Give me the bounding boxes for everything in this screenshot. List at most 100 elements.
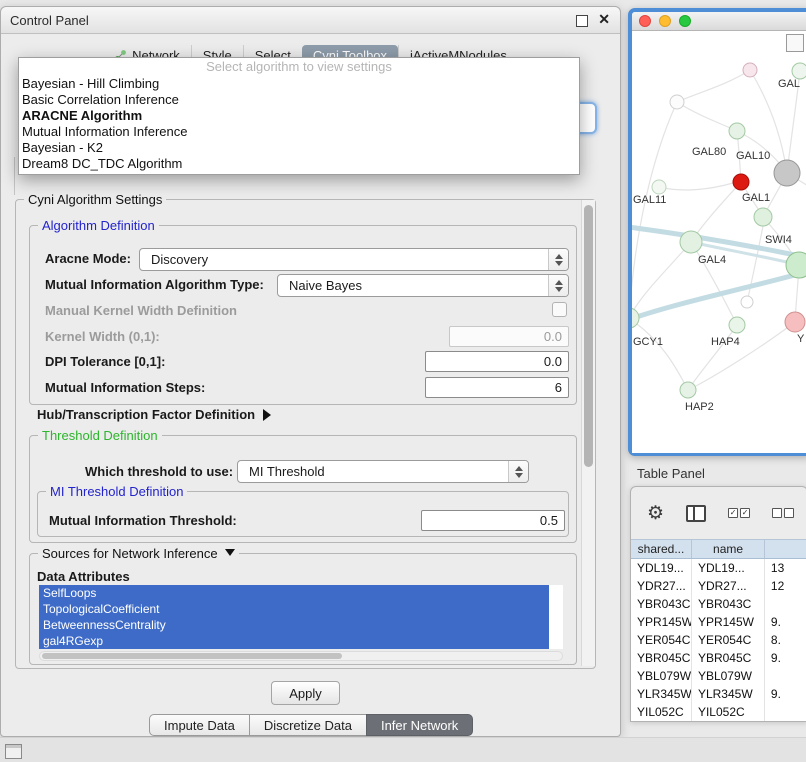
network-edge [632,318,688,390]
network-node-label: GAL4 [698,254,726,266]
tab-impute-data[interactable]: Impute Data [149,714,250,736]
close-icon[interactable]: ✕ [598,11,610,28]
table-row[interactable]: YBL079WYBL079W [631,667,806,685]
tab-discretize-data[interactable]: Discretize Data [249,714,367,736]
aracne-mode-label: Aracne Mode: [45,251,131,266]
table-cell: YIL052C [631,703,692,721]
algorithm-option[interactable]: Mutual Information Inference [19,124,579,140]
table-row[interactable]: YPR145WYPR145W9. [631,613,806,631]
close-traffic-light[interactable] [639,15,651,27]
attribute-list-item[interactable]: BetweennessCentrality [39,617,549,633]
table-cell: YBR045C [631,649,692,667]
column-header[interactable]: name [692,540,765,558]
table-cell: YDL19... [631,559,692,577]
table-cell: YLR345W [631,685,692,703]
table-cell: YLR345W [692,685,765,703]
minimize-traffic-light[interactable] [659,15,671,27]
mi-type-combobox[interactable]: Naive Bayes [277,274,569,297]
settings-scrollbar-thumb[interactable] [584,205,593,467]
apply-button[interactable]: Apply [271,681,340,705]
table-row[interactable]: YLR345WYLR345W9. [631,685,806,703]
table-row[interactable]: YDR27...YDR27...12 [631,577,806,595]
deselect-all-icon[interactable] [772,508,794,518]
network-canvas-area[interactable]: GALGAL80GAL10GAL11GAL1SWI4GAL4GCY1HAP4YH… [632,31,806,453]
network-edge [688,325,737,390]
hidden-group-border-fragment [14,157,15,195]
table-toolbar: ⚙ ✓ ✓ [631,487,806,539]
attribute-list-item[interactable]: SelfLoops [39,585,549,601]
table-panel-title: Table Panel [628,462,806,484]
settings-scrollbar[interactable] [581,200,595,666]
table-cell: 13 [765,559,806,577]
manual-kernel-label: Manual Kernel Width Definition [45,303,237,318]
data-attributes-list[interactable]: SelfLoopsTopologicalCoefficientBetweenne… [39,585,563,649]
table-row[interactable]: YBR045CYBR045C9. [631,649,806,667]
undock-icon[interactable] [576,15,588,27]
aracne-mode-combobox[interactable]: Discovery [139,248,569,271]
gear-icon[interactable]: ⚙ [647,504,664,523]
column-header[interactable] [765,540,806,558]
table-cell: 9. [765,649,806,667]
zoom-traffic-light[interactable] [679,15,691,27]
dpi-tolerance-label: DPI Tolerance [0,1]: [45,354,165,369]
network-node-label: SWI4 [765,234,792,246]
dpi-tolerance-field[interactable]: 0.0 [425,351,569,372]
algorithm-option[interactable]: ARACNE Algorithm [19,108,579,124]
network-node[interactable] [729,317,745,333]
attribute-list-item[interactable]: gal4RGexp [39,633,549,649]
table-row[interactable]: YBR043CYBR043C [631,595,806,613]
settings-group-title: Cyni Algorithm Settings [24,192,166,207]
kernel-width-field[interactable]: 0.0 [449,326,569,347]
tab-label: Discretize Data [264,718,352,733]
network-node[interactable] [733,174,749,190]
minimized-window-icon[interactable] [5,744,22,759]
data-attributes-label: Data Attributes [37,569,130,584]
attributes-hscrollbar[interactable] [39,651,563,661]
unchecked-box-icon [772,508,782,518]
table-row[interactable]: YIL052CYIL052C [631,703,806,721]
network-node[interactable] [741,296,753,308]
network-node[interactable] [652,180,666,194]
column-header[interactable]: shared... [631,540,692,558]
mi-threshold-group-title: MI Threshold Definition [46,484,187,499]
network-node[interactable] [774,160,800,186]
algorithm-option[interactable]: Basic Correlation Inference [19,92,579,108]
collapse-arrow-icon[interactable] [225,549,235,556]
table-cell: 9. [765,613,806,631]
network-node[interactable] [754,208,772,226]
network-canvas[interactable]: GALGAL80GAL10GAL11GAL1SWI4GAL4GCY1HAP4YH… [632,31,806,453]
network-node[interactable] [743,63,757,77]
mi-steps-field[interactable]: 6 [425,377,569,398]
network-node[interactable] [670,95,684,109]
tab-infer-network[interactable]: Infer Network [366,714,473,736]
network-node[interactable] [729,123,745,139]
table-cell [765,595,806,613]
table-row[interactable]: YER054CYER054C8. [631,631,806,649]
algorithm-option[interactable]: Bayesian - Hill Climbing [19,76,579,92]
attribute-list-item[interactable]: TopologicalCoefficient [39,601,549,617]
select-all-icon[interactable]: ✓ ✓ [728,508,750,518]
algorithm-option[interactable]: Bayesian - K2 [19,140,579,156]
expand-arrow-icon[interactable] [263,409,271,421]
algorithm-dropdown-popup: Select algorithm to view settings Bayesi… [18,57,580,175]
algorithm-option[interactable]: Dream8 DC_TDC Algorithm [19,156,579,172]
network-node[interactable] [785,312,805,332]
table-cell: 12 [765,577,806,595]
columns-icon[interactable] [686,505,706,522]
mi-threshold-field[interactable]: 0.5 [421,510,565,531]
network-node[interactable] [792,63,806,79]
aracne-mode-value: Discovery [140,252,548,267]
tab-label: Impute Data [164,718,235,733]
manual-kernel-checkbox[interactable] [552,302,567,317]
network-node[interactable] [680,382,696,398]
birdseye-toggle-icon[interactable] [786,34,804,52]
sources-group-title[interactable]: Sources for Network Inference [38,546,239,561]
which-threshold-combobox[interactable]: MI Threshold [237,460,529,483]
table-row[interactable]: YDL19...YDL19...13 [631,559,806,577]
hub-section-header[interactable]: Hub/Transcription Factor Definition [37,407,271,422]
kernel-width-label: Kernel Width (0,1): [45,329,160,344]
network-edge [696,322,795,386]
attributes-hscrollbar-thumb[interactable] [42,653,342,659]
network-node[interactable] [680,231,702,253]
table-cell: YER054C [692,631,765,649]
